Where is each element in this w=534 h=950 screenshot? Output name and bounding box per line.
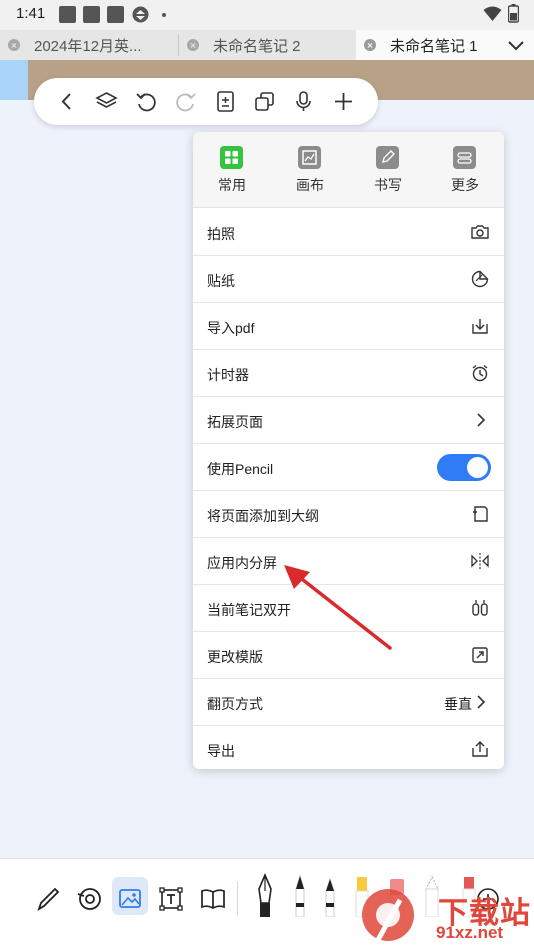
dual-open-icon [472, 600, 488, 616]
menu-item-label: 导出 [207, 743, 235, 759]
tab-note-2[interactable]: 未命名笔记 2 [179, 30, 355, 60]
tab-label: 书写 [374, 177, 402, 193]
ballpoint-pen-icon[interactable] [286, 873, 314, 917]
camera-icon [471, 225, 489, 239]
grid-icon [220, 146, 243, 169]
book-icon[interactable] [199, 884, 227, 914]
alarm-clock-icon [472, 364, 488, 382]
wifi-icon [483, 6, 502, 21]
menu-item-take-photo[interactable]: 拍照 [193, 209, 504, 256]
notification-icon [59, 6, 76, 23]
menu-item-label: 拓展页面 [207, 414, 263, 430]
menu-item-label: 翻页方式 [207, 696, 263, 712]
tab-more[interactable]: 更多 [426, 132, 504, 208]
insert-menu-popup: 常用 画布 书写 更多 拍照 贴纸 导入pdf 计时器 拓展页面 使用Penci… [193, 132, 504, 769]
status-bar: 1:41 [0, 0, 534, 30]
undo-icon[interactable] [134, 89, 159, 114]
chevron-right-icon [477, 413, 486, 427]
note-tab-bar: 2024年12月英... 未命名笔记 2 未命名笔记 1 [0, 30, 534, 60]
battery-icon [508, 4, 519, 23]
floating-toolbar [34, 78, 378, 125]
tab-label: 更多 [451, 177, 479, 193]
copy-icon[interactable] [252, 89, 277, 114]
menu-item-use-pencil[interactable]: 使用Pencil [193, 444, 504, 491]
menu-item-label: 将页面添加到大纲 [207, 508, 319, 524]
tab-label: 未命名笔记 2 [213, 37, 301, 55]
notification-icon [83, 6, 100, 23]
menu-item-import-pdf[interactable]: 导入pdf [193, 303, 504, 350]
canvas-icon [298, 146, 321, 169]
tab-common[interactable]: 常用 [193, 132, 271, 208]
fountain-pen-icon[interactable] [251, 873, 279, 917]
import-icon [472, 319, 488, 334]
watermark-url: 91xz.net [436, 923, 504, 942]
menu-item-label: 使用Pencil [207, 461, 274, 477]
more-notifications-dot [162, 13, 166, 17]
tab-note-english[interactable]: 2024年12月英... [0, 30, 178, 60]
menu-item-label: 更改模版 [207, 649, 263, 665]
outline-add-icon [473, 506, 488, 522]
menu-item-page-flip[interactable]: 翻页方式 垂直 [193, 679, 504, 726]
page-icon[interactable] [213, 89, 238, 114]
text-box-icon[interactable] [157, 884, 185, 914]
chevron-right-icon [477, 695, 486, 709]
menu-item-label: 当前笔记双开 [207, 602, 291, 618]
chevron-down-icon[interactable] [506, 34, 526, 56]
tab-canvas[interactable]: 画布 [271, 132, 349, 208]
microphone-icon[interactable] [291, 89, 316, 114]
status-time: 1:41 [16, 5, 46, 22]
back-icon[interactable] [55, 89, 80, 114]
image-icon[interactable] [116, 884, 144, 914]
sticker-icon [471, 270, 489, 288]
toolbar-divider [237, 881, 238, 915]
toggle-knob [467, 457, 488, 478]
tab-label: 画布 [296, 177, 324, 193]
sync-icon [132, 6, 149, 23]
tab-label: 常用 [218, 177, 246, 193]
close-tab-icon[interactable] [8, 39, 20, 51]
menu-item-label: 导入pdf [207, 320, 255, 336]
redo-icon[interactable] [173, 89, 198, 114]
split-screen-icon [471, 553, 489, 569]
menu-item-label: 贴纸 [207, 273, 235, 289]
tape-icon[interactable] [75, 884, 103, 914]
use-pencil-toggle[interactable] [437, 454, 491, 481]
menu-item-sticker[interactable]: 贴纸 [193, 256, 504, 303]
tab-writing[interactable]: 书写 [349, 132, 427, 208]
tab-label: 2024年12月英... [34, 37, 142, 55]
pencil-icon[interactable] [34, 884, 62, 914]
menu-item-label: 拍照 [207, 226, 235, 242]
menu-item-extend-page[interactable]: 拓展页面 [193, 397, 504, 444]
tab-label: 未命名笔记 1 [390, 37, 478, 55]
notification-icon [107, 6, 124, 23]
layers-icon[interactable] [94, 89, 119, 114]
marker-pen-icon[interactable] [316, 873, 344, 917]
menu-category-tabs: 常用 画布 书写 更多 [193, 132, 504, 208]
menu-item-label: 应用内分屏 [207, 555, 277, 571]
page-flip-value: 垂直 [444, 696, 472, 712]
pen-icon [376, 146, 399, 169]
menu-item-label: 计时器 [207, 367, 249, 383]
annotation-arrow [284, 565, 392, 650]
share-icon [472, 741, 488, 757]
add-icon[interactable] [331, 89, 356, 114]
page-thumbnail-edge [0, 60, 28, 100]
close-tab-icon[interactable] [364, 39, 376, 51]
menu-item-add-to-outline[interactable]: 将页面添加到大纲 [193, 491, 504, 538]
menu-item-timer[interactable]: 计时器 [193, 350, 504, 397]
close-tab-icon[interactable] [187, 39, 199, 51]
menu-item-export[interactable]: 导出 [193, 726, 504, 769]
more-tools-icon [453, 146, 476, 169]
template-icon [472, 647, 488, 663]
